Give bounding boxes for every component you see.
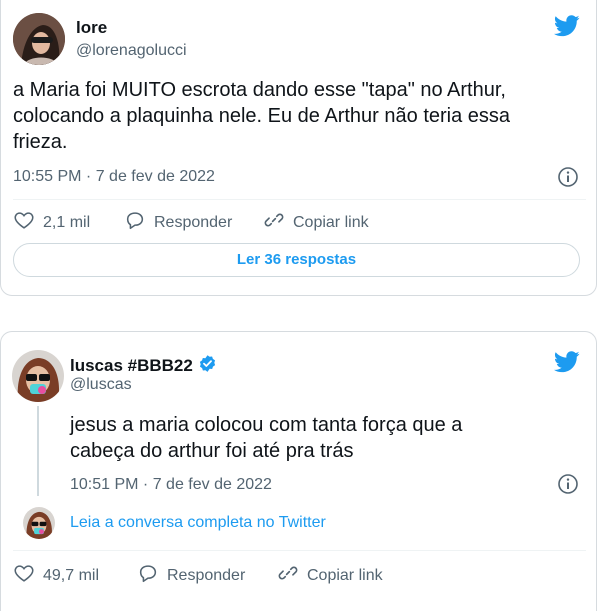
avatar-luscas-small[interactable]: [23, 507, 55, 539]
author-handle[interactable]: @luscas: [70, 376, 132, 394]
thread-line: [37, 406, 39, 496]
reply-bubble-icon: [137, 562, 159, 589]
read-replies-button[interactable]: Ler 36 respostas: [13, 243, 580, 277]
author-handle[interactable]: @lorenagolucci: [76, 42, 187, 60]
heart-icon: [13, 562, 35, 589]
tweet-card-lore: lore @lorenagolucci a Maria foi MUITO es…: [0, 0, 597, 296]
like-button[interactable]: 49,7 mil: [13, 562, 99, 589]
copy-link-button[interactable]: Copiar link: [263, 209, 369, 236]
tweet-text: a Maria foi MUITO escrota dando esse "ta…: [13, 77, 588, 155]
tweet-card-luscas: luscas #BBB22 @luscas jesus a maria colo…: [0, 331, 597, 611]
verified-badge-icon: [198, 354, 217, 378]
author-name-row[interactable]: luscas #BBB22: [70, 354, 217, 378]
reply-button[interactable]: Responder: [124, 209, 232, 236]
author-name[interactable]: lore: [76, 18, 107, 38]
divider: [13, 550, 586, 551]
avatar-luscas[interactable]: [12, 350, 64, 402]
reply-label: Responder: [154, 213, 233, 231]
read-conversation-link[interactable]: Leia a conversa completa no Twitter: [70, 514, 326, 532]
tweet-timestamp[interactable]: 10:55 PM · 7 de fev de 2022: [13, 168, 215, 186]
divider: [13, 199, 586, 200]
link-icon: [263, 209, 285, 236]
copy-link-label: Copiar link: [307, 566, 383, 584]
copy-link-button[interactable]: Copiar link: [277, 562, 383, 589]
like-button[interactable]: 2,1 mil: [13, 209, 90, 236]
heart-icon: [13, 209, 35, 236]
link-icon: [277, 562, 299, 589]
reply-button[interactable]: Responder: [137, 562, 245, 589]
tweet-text-line: jesus a maria colocou com tanta força qu…: [70, 414, 463, 436]
tweet-text-line: cabeça do arthur foi até pra trás: [70, 440, 354, 462]
twitter-bird-icon[interactable]: [553, 351, 580, 378]
author-name: luscas #BBB22: [70, 356, 193, 375]
like-count: 2,1 mil: [43, 213, 91, 231]
tweet-text-line: frieza.: [13, 131, 68, 153]
copy-link-label: Copiar link: [293, 213, 369, 231]
tweet-text-line: a Maria foi MUITO escrota dando esse "ta…: [13, 79, 506, 101]
info-icon[interactable]: [557, 166, 579, 193]
twitter-bird-icon[interactable]: [553, 15, 580, 42]
info-icon[interactable]: [557, 473, 579, 500]
tweet-timestamp[interactable]: 10:51 PM · 7 de fev de 2022: [70, 476, 272, 494]
reply-bubble-icon: [124, 209, 146, 236]
tweet-text: jesus a maria colocou com tanta força qu…: [70, 412, 580, 464]
like-count: 49,7 mil: [43, 566, 100, 584]
reply-label: Responder: [167, 566, 246, 584]
tweet-text-line: colocando a plaquinha nele. Eu de Arthur…: [13, 105, 511, 127]
avatar-lore[interactable]: [13, 13, 65, 65]
